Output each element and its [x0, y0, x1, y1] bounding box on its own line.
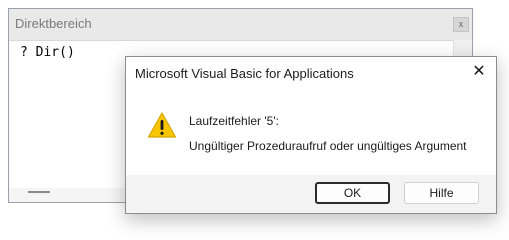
- error-message: Ungültiger Prozeduraufruf oder ungültige…: [189, 139, 467, 153]
- warning-icon: [147, 112, 177, 138]
- help-button[interactable]: Hilfe: [404, 182, 479, 204]
- error-title: Laufzeitfehler '5':: [189, 114, 279, 128]
- dialog-titlebar[interactable]: Microsoft Visual Basic for Applications …: [126, 57, 496, 88]
- immediate-close-icon[interactable]: x: [453, 17, 469, 32]
- error-dialog: Microsoft Visual Basic for Applications …: [125, 56, 497, 214]
- dialog-title: Microsoft Visual Basic for Applications: [135, 66, 354, 81]
- immediate-code-line[interactable]: ? Dir(): [20, 45, 75, 60]
- immediate-title: Direktbereich: [15, 16, 92, 31]
- close-icon[interactable]: ✕: [472, 64, 486, 80]
- dialog-body: Laufzeitfehler '5': Ungültiger Prozedura…: [126, 88, 496, 175]
- horizontal-scrollbar-thumb[interactable]: [28, 191, 50, 193]
- ok-button[interactable]: OK: [315, 182, 390, 204]
- immediate-titlebar[interactable]: Direktbereich x: [9, 9, 472, 41]
